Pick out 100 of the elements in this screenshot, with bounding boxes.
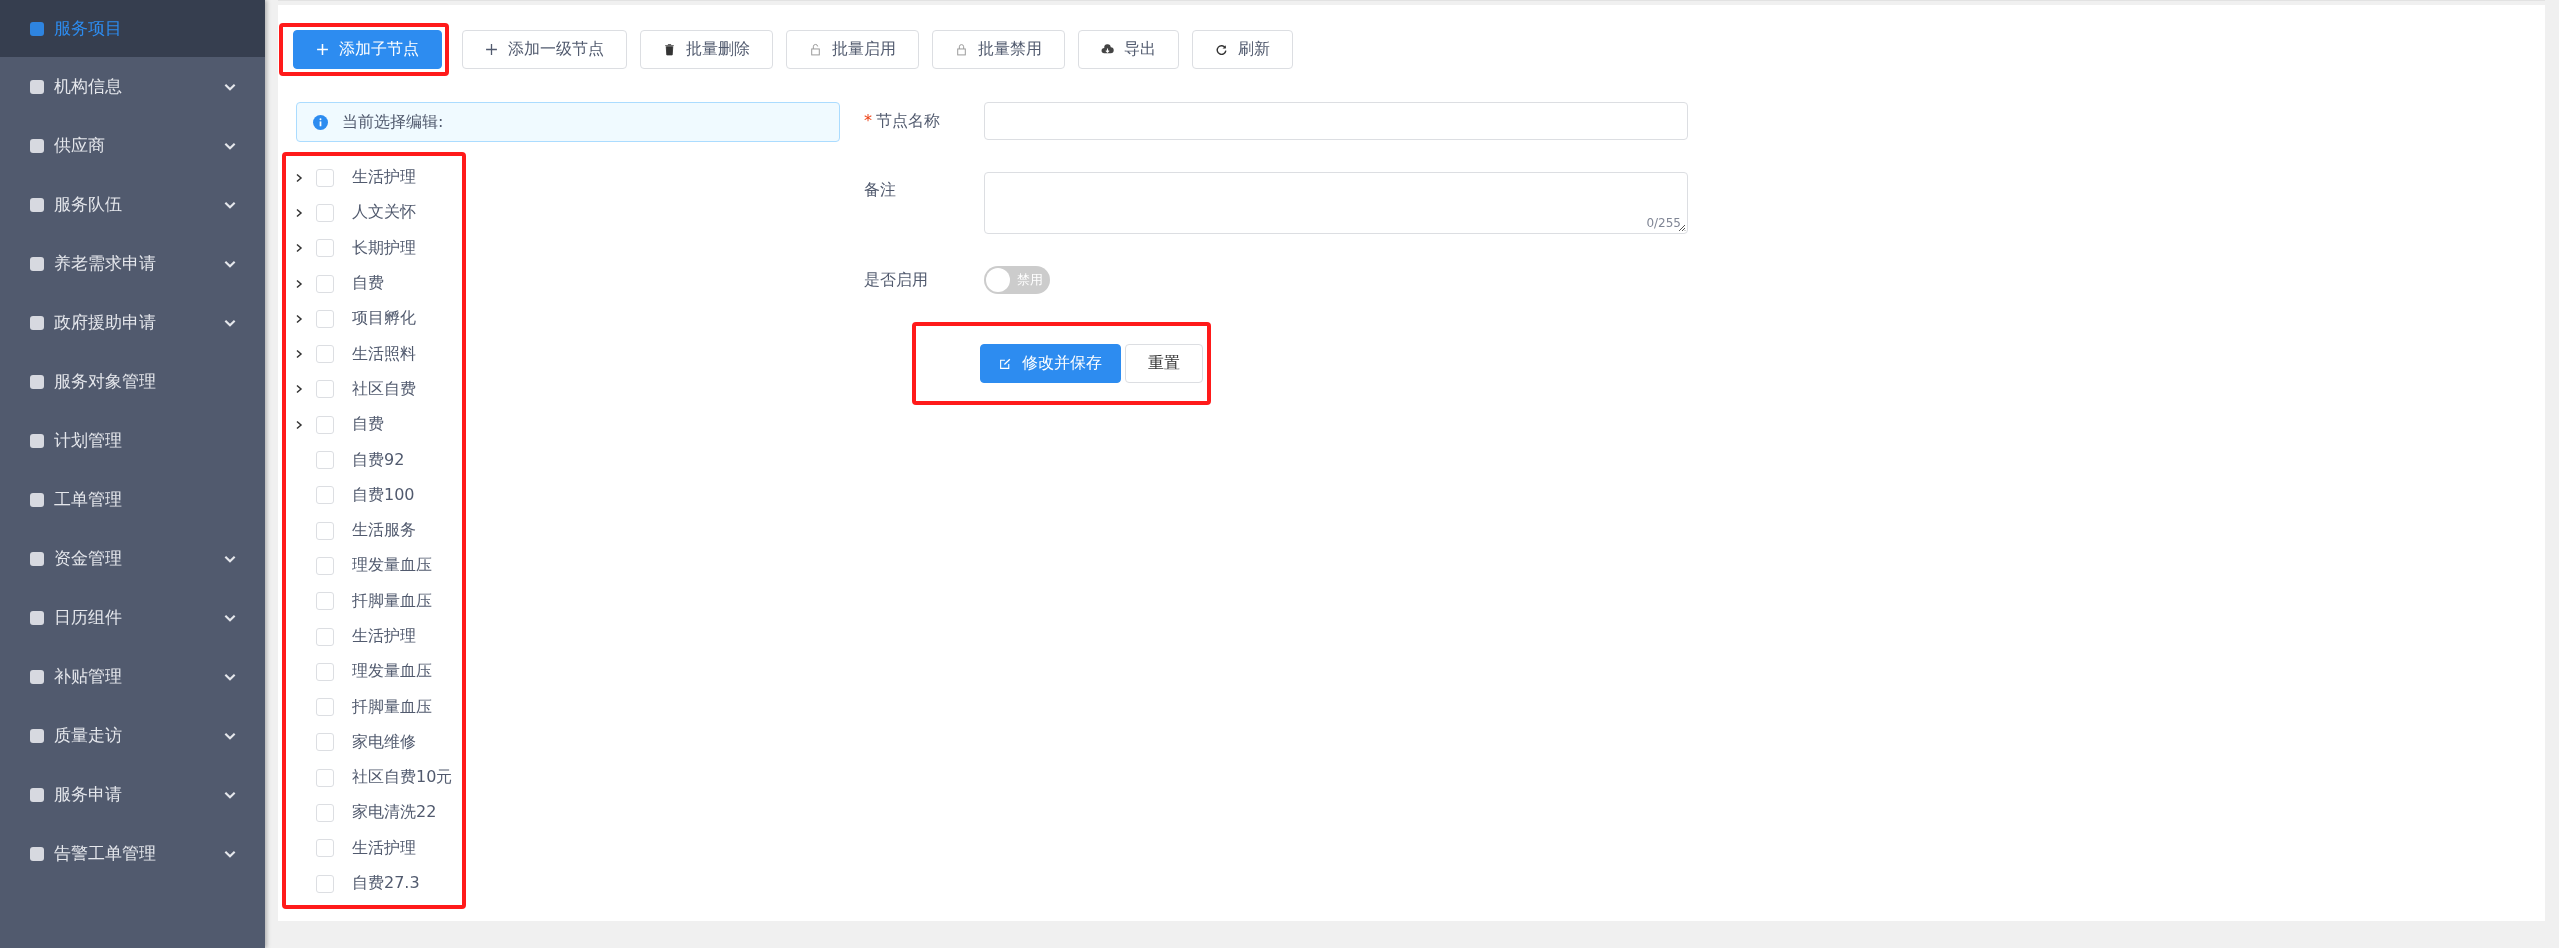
menu-icon	[30, 610, 44, 625]
menu-icon	[30, 79, 44, 94]
checkbox[interactable]	[316, 874, 334, 893]
checkbox[interactable]	[316, 733, 334, 752]
toolbar-button[interactable]: 刷新	[1192, 30, 1293, 69]
resize-grip-icon	[1678, 224, 1686, 232]
checkbox[interactable]	[316, 804, 334, 822]
field-label: 是否启用	[863, 269, 929, 291]
field-label: 备注	[863, 179, 897, 201]
trash-icon	[663, 43, 676, 56]
menu-item[interactable]: 告警工单管理	[0, 824, 265, 883]
menu-icon	[30, 374, 44, 389]
checkbox[interactable]	[316, 662, 334, 681]
tree-node-label[interactable]: 家电维修	[352, 731, 416, 753]
caret-right-icon[interactable]	[294, 243, 304, 254]
menu-icon	[30, 787, 44, 802]
menu-icon	[30, 846, 44, 861]
caret-right-icon[interactable]	[294, 207, 304, 218]
tree-node-label[interactable]: 自费100	[352, 484, 415, 506]
checkbox[interactable]	[316, 556, 334, 575]
tree-node-label[interactable]: 自费92	[352, 449, 405, 471]
tree-node-label[interactable]: 扦脚量血压	[352, 696, 432, 718]
checkbox[interactable]	[316, 203, 334, 222]
checkbox[interactable]	[316, 592, 334, 611]
tree-node-label[interactable]: 生活护理	[352, 626, 416, 647]
checkbox[interactable]	[316, 486, 334, 505]
refresh-icon	[1215, 43, 1228, 56]
menu-item[interactable]: 供应商	[0, 116, 265, 175]
checkbox[interactable]	[316, 274, 334, 293]
tree-node-label[interactable]: 人文关怀	[352, 202, 416, 224]
menu-item[interactable]: 补贴管理	[0, 647, 265, 706]
menu-item[interactable]: 服务申请	[0, 765, 265, 824]
reset-button[interactable]: 重置	[1125, 344, 1203, 383]
menu-item[interactable]: 计划管理	[0, 411, 265, 470]
toolbar-button[interactable]: 批量启用	[786, 30, 919, 69]
tree-node-label[interactable]: 家电清洗22	[352, 802, 437, 824]
toolbar-button[interactable]: 添加一级节点	[462, 30, 627, 69]
menu-icon	[30, 256, 44, 271]
tree-node-label[interactable]: 项目孵化	[352, 308, 416, 330]
checkbox[interactable]	[316, 627, 334, 646]
tree-node-label[interactable]: 自费	[352, 414, 384, 436]
menu-icon	[30, 492, 44, 507]
tree-node-label[interactable]: 自费27.3	[352, 873, 420, 895]
tree-node-label[interactable]: 自费	[352, 273, 384, 295]
checkbox[interactable]	[316, 168, 334, 187]
checkbox[interactable]	[316, 345, 334, 364]
plus-icon	[316, 43, 329, 56]
tree-node-label[interactable]: 理发量血压	[352, 661, 432, 683]
menu-icon	[30, 315, 44, 330]
tree-node-label[interactable]: 社区自费	[352, 378, 416, 400]
menu-item[interactable]: 日历组件	[0, 588, 265, 647]
checkbox[interactable]	[316, 309, 334, 328]
menu-item[interactable]: 质量走访	[0, 706, 265, 765]
caret-right-icon[interactable]	[294, 349, 304, 360]
menu-icon	[30, 138, 44, 153]
caret-right-icon[interactable]	[294, 313, 304, 324]
field-label-text: 节点名称	[876, 110, 940, 130]
menu-item[interactable]: 资金管理	[0, 529, 265, 588]
menu-item[interactable]: 工单管理	[0, 470, 265, 529]
toolbar-button[interactable]: 批量删除	[640, 30, 773, 69]
character-counter: 0/255	[1646, 216, 1681, 230]
menu-item[interactable]: 服务对象管理	[0, 352, 265, 411]
checkbox[interactable]	[316, 698, 334, 717]
menu-item[interactable]: 服务队伍	[0, 175, 265, 234]
tree-node-label[interactable]: 生活服务	[352, 520, 416, 542]
tree-node-label[interactable]: 长期护理	[352, 237, 416, 259]
checkbox[interactable]	[316, 380, 334, 399]
edit-icon	[999, 357, 1012, 370]
required-mark: *	[864, 110, 872, 130]
caret-right-icon[interactable]	[294, 419, 304, 430]
caret-right-icon[interactable]	[294, 278, 304, 289]
caret-right-icon[interactable]	[294, 384, 304, 395]
info-icon	[313, 114, 328, 130]
menu-icon	[30, 551, 44, 566]
menu-icon	[30, 197, 44, 212]
toolbar-button[interactable]: 批量禁用	[932, 30, 1065, 69]
tree-node-label[interactable]: 扦脚量血压	[352, 590, 432, 612]
menu-icon	[30, 21, 44, 36]
checkbox[interactable]	[316, 451, 334, 469]
caret-right-icon[interactable]	[294, 172, 304, 183]
checkbox[interactable]	[316, 768, 334, 787]
tree-node-label[interactable]: 社区自费10元	[352, 767, 453, 789]
tree-node-label[interactable]: 生活护理	[352, 837, 416, 859]
textarea-field[interactable]: 0/255	[984, 172, 1688, 234]
toolbar-button[interactable]: 导出	[1078, 30, 1179, 69]
tree-node-label[interactable]: 生活护理	[352, 167, 416, 189]
menu-item[interactable]: 政府援助申请	[0, 293, 265, 352]
checkbox[interactable]	[316, 415, 334, 434]
menu-item[interactable]: 养老需求申请	[0, 234, 265, 293]
checkbox[interactable]	[316, 239, 334, 258]
menu-icon	[30, 728, 44, 743]
tree-node-label[interactable]: 生活照料	[352, 343, 416, 365]
checkbox[interactable]	[316, 839, 334, 858]
checkbox[interactable]	[316, 521, 334, 540]
menu-item[interactable]: 机构信息	[0, 57, 265, 116]
input-field[interactable]	[984, 102, 1688, 140]
cloud-download-icon	[1101, 43, 1114, 56]
lock-icon	[955, 43, 968, 56]
lock-icon	[809, 43, 822, 56]
tree-node-label[interactable]: 理发量血压	[352, 555, 432, 577]
